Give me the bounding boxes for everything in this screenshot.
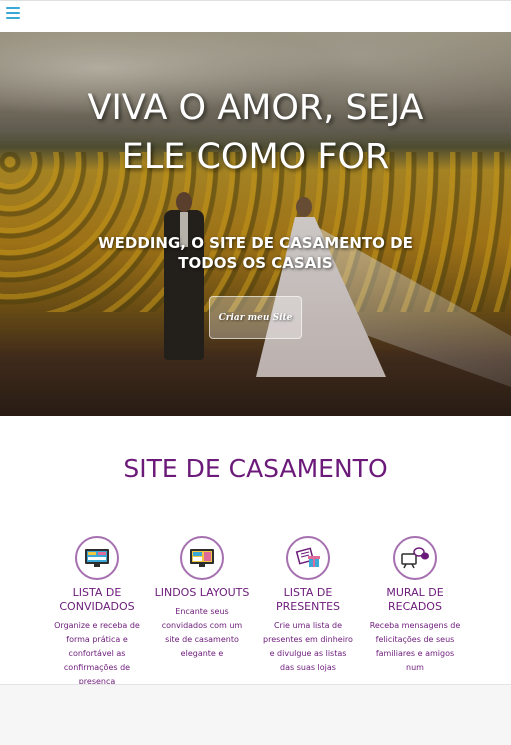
section-title: SITE DE CASAMENTO [123,454,388,483]
menu-line [6,17,20,19]
feature-description: Receba mensagens de felicitações de seus… [369,621,461,672]
monitor-layout-icon [180,536,224,580]
feature-description: Crie uma lista de presentes em dinheiro … [263,621,353,672]
feature-title: LISTA DE CONVIDADOS [59,586,135,613]
feature-title: MURAL DE RECADOS [386,586,444,613]
hero-banner: VIVA O AMOR, SEJA ELE COMO FOR WEDDING, … [0,32,511,416]
features-section: SITE DE CASAMENTO LISTA DE CONVIDADOS Or… [0,416,511,685]
feature-message-board: MURAL DE RECADOS Receba mensagens de fel… [365,536,465,675]
feature-description: Encante seus convidados com um site de c… [161,607,243,658]
message-board-icon [393,536,437,580]
feature-guest-list: LISTA DE CONVIDADOS Organize e receba de… [47,536,147,685]
hero-title: VIVA O AMOR, SEJA ELE COMO FOR [87,88,424,177]
feature-title: LISTA DE PRESENTES [275,586,341,613]
create-site-button[interactable]: Criar meu Site [209,296,302,339]
menu-line [6,12,20,14]
monitor-guest-list-icon [75,536,119,580]
hero-subtitle: WEDDING, O SITE DE CASAMENTO DE TODOS OS… [98,234,413,272]
feature-title: LINDOS LAYOUTS [154,586,250,599]
gift-list-icon [286,536,330,580]
menu-line [6,7,20,9]
hamburger-menu-icon[interactable] [6,7,20,21]
feature-layouts: LINDOS LAYOUTS Encante seus convidados c… [152,536,252,661]
feature-description: Organize e receba de forma prática e con… [54,621,140,685]
feature-gift-list: LISTA DE PRESENTES Crie uma lista de pre… [258,536,358,675]
top-bar [0,0,511,32]
